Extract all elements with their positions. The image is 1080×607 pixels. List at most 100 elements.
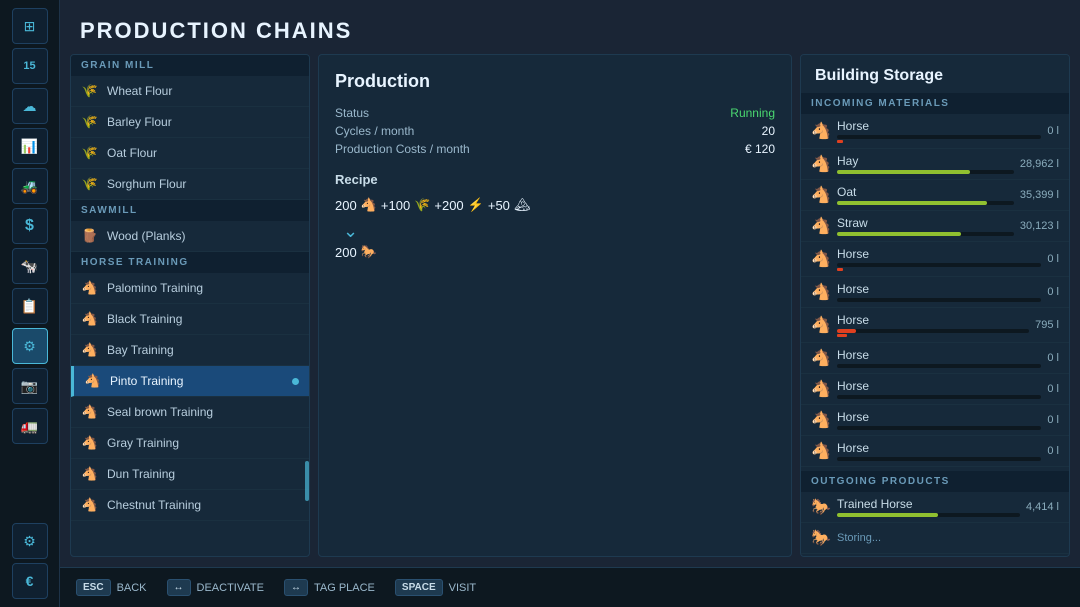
chain-palomino-training[interactable]: 🐴 Palomino Training [71,273,309,304]
stat-costs-value: € 120 [745,142,775,156]
chain-gray-training[interactable]: 🐴 Gray Training [71,428,309,459]
hay-info: Hay [837,154,1014,174]
outgoing-header: OUTGOING PRODUCTS [801,471,1069,492]
recipe-output: 200 🐎 [335,244,775,260]
deactivate-key[interactable]: ↔ [167,579,191,596]
black-training-icon: 🐴 [81,310,99,328]
tag-place-key[interactable]: ↔ [284,579,308,596]
content-area: GRAIN MILL 🌾 Wheat Flour 🌾 Barley Flour … [60,54,1080,567]
sidebar-icon-book[interactable]: 📋 [12,288,48,324]
storing-icon: 🐎 [811,528,831,548]
chain-wheat-flour[interactable]: 🌾 Wheat Flour [71,76,309,107]
tag-place-label: TAG PLACE [314,582,375,594]
sidebar-icon-animals[interactable]: 🐄 [12,248,48,284]
sidebar-icon-stats[interactable]: 📊 [12,128,48,164]
sidebar-icon-weather[interactable]: ☁ [12,88,48,124]
chain-dun-training[interactable]: 🐴 Dun Training [71,459,309,490]
production-title: Production [335,71,775,92]
palomino-training-icon: 🐴 [81,279,99,297]
horse-8-icon: 🐴 [811,441,831,461]
chestnut-training-icon: 🐴 [81,496,99,514]
stat-costs: Production Costs / month € 120 [335,142,775,156]
chain-chestnut-training[interactable]: 🐴 Chestnut Training [71,490,309,521]
recipe-output-num: 200 [335,245,357,260]
key-deactivate[interactable]: ↔ DEACTIVATE [167,579,264,596]
chain-bay-training[interactable]: 🐴 Bay Training [71,335,309,366]
oat-flour-icon: 🌾 [81,144,99,162]
gray-training-icon: 🐴 [81,434,99,452]
sidebar-icon-farmtractor[interactable]: 🚛 [12,408,48,444]
chain-barley-flour[interactable]: 🌾 Barley Flour [71,107,309,138]
sidebar-icon-tractor[interactable]: 🚜 [12,168,48,204]
stat-costs-label: Production Costs / month [335,142,470,156]
sidebar-icon-map[interactable]: ⊞ [12,8,48,44]
storage-item-horse-7: 🐴 Horse 0 l [801,405,1069,436]
visit-label: VISIT [449,582,477,594]
sidebar-icon-camera[interactable]: 📷 [12,368,48,404]
recipe-plus2: +200 [434,198,463,213]
recipe-icon-energy: ⚡ [468,197,484,213]
storage-item-horse-3: 🐴 Horse 0 l [801,277,1069,308]
recipe-output-icon: 🐎 [361,244,377,260]
horse-1-icon: 🐴 [811,121,831,141]
esc-key[interactable]: ESC [76,579,111,596]
horse-6-icon: 🐴 [811,379,831,399]
hay-icon: 🐴 [811,154,831,174]
straw-info: Straw [837,216,1014,236]
storage-title: Building Storage [801,55,1069,93]
sidebar-icon-production[interactable]: ⚙ [12,328,48,364]
recipe-arrow-down: ⌄ [343,221,767,242]
horse-1-info: Horse [837,119,1041,143]
key-esc[interactable]: ESC BACK [76,579,147,596]
sidebar-icon-settings[interactable]: ⚙ [12,523,48,559]
horse-7-info: Horse [837,410,1041,430]
recipe-icon-grain: 🌾 [414,197,430,213]
deactivate-label: DEACTIVATE [197,582,264,594]
sidebar-icon-15[interactable]: 15 [12,48,48,84]
chain-black-training[interactable]: 🐴 Black Training [71,304,309,335]
wheat-flour-icon: 🌾 [81,82,99,100]
horse-2-info: Horse [837,247,1041,271]
storage-item-oat: 🐴 Oat 35,399 l [801,180,1069,211]
incoming-section: INCOMING MATERIALS 🐴 Horse 0 l 🐴 Hay [801,93,1069,467]
storage-item-horse-2: 🐴 Horse 0 l [801,242,1069,277]
chain-seal-brown-training[interactable]: 🐴 Seal brown Training [71,397,309,428]
chain-wood-planks[interactable]: 🪵 Wood (Planks) [71,221,309,252]
storage-item-trained-horse: 🐎 Trained Horse 4,414 l [801,492,1069,523]
storage-item-horse-5: 🐴 Horse 0 l [801,343,1069,374]
wood-planks-icon: 🪵 [81,227,99,245]
horse-5-info: Horse [837,348,1041,368]
horse-4-info: Horse [837,313,1029,337]
storage-item-hay: 🐴 Hay 28,962 l [801,149,1069,180]
storage-item-storing: 🐎 Storing... [801,523,1069,554]
visit-key[interactable]: SPACE [395,579,443,596]
sidebar-icon-money[interactable]: $ [12,208,48,244]
trained-horse-icon: 🐎 [811,497,831,517]
esc-label: BACK [117,582,147,594]
chain-oat-flour[interactable]: 🌾 Oat Flour [71,138,309,169]
horse-7-icon: 🐴 [811,410,831,430]
recipe-icon-mountain: 🏔 [514,197,531,213]
chain-sorghum-flour[interactable]: 🌾 Sorghum Flour [71,169,309,200]
sidebar-icon-euro[interactable]: € [12,563,48,599]
storage-item-horse-4: 🐴 Horse 795 l [801,308,1069,343]
horse-8-info: Horse [837,441,1041,461]
recipe-icon-horse: 🐴 [361,197,377,213]
recipe-title: Recipe [335,172,775,187]
dun-training-icon: 🐴 [81,465,99,483]
storage-item-straw: 🐴 Straw 30,123 l [801,211,1069,242]
page-title: PRODUCTION CHAINS [60,0,1080,54]
stat-status-label: Status [335,106,369,120]
chain-pinto-training[interactable]: 🐴 Pinto Training [71,366,309,397]
key-tag-place[interactable]: ↔ TAG PLACE [284,579,375,596]
storage-item-horse-6: 🐴 Horse 0 l [801,374,1069,405]
horse-6-info: Horse [837,379,1041,399]
stat-cycles-label: Cycles / month [335,124,414,138]
stat-status: Status Running [335,106,775,120]
key-visit[interactable]: SPACE VISIT [395,579,476,596]
horse-3-info: Horse [837,282,1041,302]
incoming-header: INCOMING MATERIALS [801,93,1069,114]
active-dot [292,378,299,385]
straw-icon: 🐴 [811,216,831,236]
stat-cycles: Cycles / month 20 [335,124,775,138]
